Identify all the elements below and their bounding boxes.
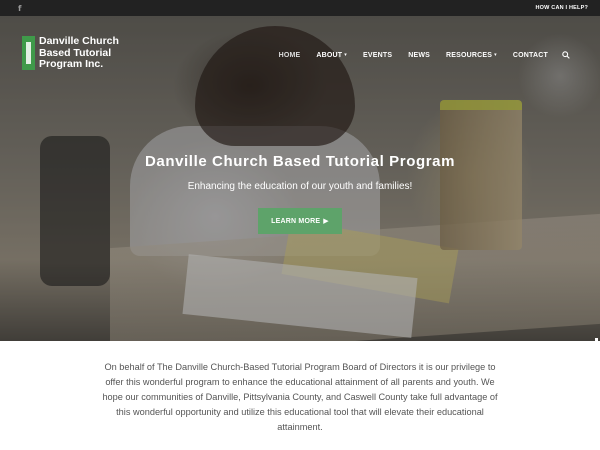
- main-nav: HOME ABOUT ▾ EVENTS NEWS RESOURCES ▾ CONTA…: [271, 51, 570, 59]
- nav-item-contact[interactable]: CONTACT: [505, 52, 556, 59]
- nav-item-about[interactable]: ABOUT ▾: [308, 52, 355, 59]
- nav-item-resources[interactable]: RESOURCES ▾: [438, 52, 505, 59]
- slider-indicator[interactable]: [595, 338, 598, 341]
- nav-label: HOME: [278, 51, 301, 59]
- intro-paragraph: On behalf of The Danville Church-Based T…: [102, 362, 498, 432]
- hero-title: Danville Church Based Tutorial Program: [144, 153, 456, 170]
- learn-more-button[interactable]: LEARN MORE ▶: [258, 208, 342, 234]
- hero-subtitle: Enhancing the education of our youth and…: [187, 181, 413, 192]
- nav-label: NEWS: [408, 51, 431, 59]
- hero-section: Danville Church Based Tutorial Program I…: [0, 16, 600, 341]
- site-logo[interactable]: Danville Church Based Tutorial Program I…: [22, 35, 134, 71]
- how-can-i-help-link[interactable]: HOW CAN I HELP?: [536, 5, 589, 11]
- facebook-icon[interactable]: f: [18, 4, 21, 13]
- search-icon[interactable]: [562, 51, 570, 59]
- caret-down-icon: ▾: [344, 52, 347, 58]
- top-bar: f HOW CAN I HELP?: [0, 0, 600, 16]
- play-icon: ▶: [323, 218, 329, 225]
- learn-more-label: LEARN MORE: [271, 217, 321, 225]
- nav-item-home[interactable]: HOME: [271, 52, 309, 59]
- nav-label: ABOUT: [316, 51, 343, 59]
- nav-label: CONTACT: [512, 51, 548, 59]
- nav-item-events[interactable]: EVENTS: [355, 52, 400, 59]
- nav-item-news[interactable]: NEWS: [400, 52, 438, 59]
- nav-label: RESOURCES: [446, 51, 493, 59]
- site-title: Danville Church Based Tutorial Program I…: [39, 35, 119, 70]
- caret-down-icon: ▾: [494, 52, 497, 58]
- logo-mark-icon: [22, 36, 35, 70]
- nav-label: EVENTS: [362, 51, 393, 59]
